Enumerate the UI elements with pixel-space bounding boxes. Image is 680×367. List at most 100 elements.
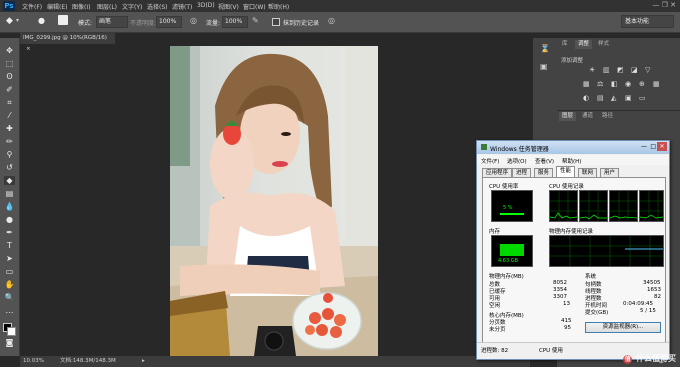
- properties-panel-icon[interactable]: ▣: [540, 62, 548, 71]
- brush-tool-icon[interactable]: ✏: [4, 137, 15, 146]
- close-icon[interactable]: ×: [26, 46, 31, 52]
- tab-paths[interactable]: 路径: [599, 112, 616, 121]
- shape-tool-icon[interactable]: ▭: [4, 267, 15, 276]
- resource-monitor-button[interactable]: 资源监视器(R)...: [585, 322, 661, 333]
- tab-adjustments[interactable]: 调整: [575, 40, 593, 49]
- eraser-tool-icon[interactable]: ◆: [4, 176, 15, 185]
- maximize-icon[interactable]: □: [650, 143, 656, 150]
- lasso-tool-icon[interactable]: ʘ: [4, 72, 15, 81]
- blur-tool-icon[interactable]: 💧: [4, 202, 15, 211]
- task-manager-window[interactable]: Windows 任务管理器 — □ ✕ 文件(F) 选项(O) 查看(V) 帮助…: [476, 140, 670, 360]
- cpu-usage-fill: [500, 213, 524, 215]
- history-brush-tool-icon[interactable]: ↺: [4, 163, 15, 172]
- photo-illustration: [170, 46, 378, 356]
- history-panel-icon[interactable]: ⌛: [540, 44, 550, 53]
- tab-libraries[interactable]: 库: [559, 40, 571, 49]
- brush-size-icon[interactable]: ●: [38, 16, 45, 25]
- menu-file[interactable]: 文件(F): [22, 2, 42, 11]
- hue-saturation-icon[interactable]: ▦: [583, 80, 590, 88]
- brightness-icon[interactable]: ☀: [589, 66, 595, 74]
- menu-view[interactable]: 视图(V): [218, 2, 239, 11]
- black-white-icon[interactable]: ◧: [611, 80, 618, 88]
- menu-window[interactable]: 窗口(W): [243, 2, 266, 11]
- menu-layer[interactable]: 图层(L): [97, 2, 117, 11]
- posterize-icon[interactable]: ▤: [597, 94, 604, 102]
- type-tool-icon[interactable]: T: [4, 241, 15, 250]
- tab-styles[interactable]: 样式: [595, 40, 612, 49]
- hand-tool-icon[interactable]: ✋: [4, 280, 15, 289]
- minimize-icon[interactable]: —: [641, 143, 647, 150]
- color-balance-icon[interactable]: ⚖: [597, 80, 603, 88]
- history-checkbox[interactable]: [272, 18, 280, 26]
- physical-memory-label: 物理内存(MB): [489, 274, 524, 280]
- mode-label: 模式:: [78, 20, 93, 27]
- tm-menu-view[interactable]: 查看(V): [535, 157, 554, 165]
- document-info: 文档:148.3M/148.3M: [60, 358, 116, 364]
- close-icon[interactable]: ✕: [657, 142, 667, 151]
- airbrush-icon[interactable]: ✎: [252, 16, 259, 25]
- more-tools-icon[interactable]: …: [4, 306, 15, 315]
- eyedropper-tool-icon[interactable]: ⁄: [4, 111, 15, 120]
- menu-3d[interactable]: 3D(D): [197, 2, 215, 9]
- levels-icon[interactable]: ▥: [603, 66, 610, 74]
- status-bar: 10.03% 文档:148.3M/148.3M ▸: [20, 356, 530, 367]
- clone-stamp-tool-icon[interactable]: ⚲: [4, 150, 15, 159]
- tm-menu-options[interactable]: 选项(O): [507, 157, 527, 165]
- quick-select-tool-icon[interactable]: ✐: [4, 85, 15, 94]
- channel-mixer-icon[interactable]: ⊕: [639, 80, 645, 88]
- path-select-tool-icon[interactable]: ➤: [4, 254, 15, 263]
- pressure-opacity-icon[interactable]: ◎: [190, 16, 197, 25]
- status-process-count: 进程数: 82: [481, 348, 509, 354]
- pen-tool-icon[interactable]: ✒: [4, 228, 15, 237]
- tm-menu-help[interactable]: 帮助(H): [562, 157, 581, 165]
- menu-edit[interactable]: 编辑(E): [47, 2, 67, 11]
- window-controls[interactable]: — ❐ ✕: [652, 1, 676, 9]
- healing-brush-tool-icon[interactable]: ✚: [4, 124, 15, 133]
- menu-image[interactable]: 图像(I): [72, 2, 90, 11]
- gradient-map-icon[interactable]: ▭: [639, 94, 646, 102]
- menu-bar: Ps 文件(F) 编辑(E) 图像(I) 图层(L) 文字(Y) 选择(S) 滤…: [0, 0, 680, 12]
- pm-cached-value: 3354: [553, 287, 567, 293]
- tm-menu-file[interactable]: 文件(F): [481, 157, 499, 165]
- eraser-tool-icon[interactable]: ◆: [6, 16, 13, 26]
- document-photo: [170, 46, 378, 356]
- tab-layers[interactable]: 图层: [559, 112, 577, 121]
- menu-filter[interactable]: 滤镜(T): [172, 2, 192, 11]
- crop-tool-icon[interactable]: ⌗: [4, 98, 15, 107]
- menu-select[interactable]: 选择(S): [147, 2, 168, 11]
- workspace-select[interactable]: 基本功能: [621, 15, 674, 28]
- gradient-tool-icon[interactable]: ▤: [4, 189, 15, 198]
- memory-history-label: 物理内存使用记录: [549, 229, 594, 235]
- invert-icon[interactable]: ◐: [583, 94, 589, 102]
- opacity-input[interactable]: 100%: [156, 16, 182, 28]
- flow-input[interactable]: 100%: [222, 16, 248, 28]
- photo-filter-icon[interactable]: ◉: [625, 80, 631, 88]
- exposure-icon[interactable]: ◪: [631, 66, 638, 74]
- marquee-tool-icon[interactable]: ⬚: [4, 59, 15, 68]
- chevron-down-icon[interactable]: ▾: [16, 17, 19, 24]
- selective-color-icon[interactable]: ▣: [625, 94, 632, 102]
- threshold-icon[interactable]: ◭: [611, 94, 616, 102]
- pm-free-label: 空闲: [489, 303, 501, 309]
- move-tool-icon[interactable]: ✥: [4, 46, 15, 55]
- document-tab[interactable]: IMG_0299.jpg @ 10%(RGB/16) ×: [20, 33, 116, 52]
- curves-icon[interactable]: ◩: [617, 66, 624, 74]
- pressure-size-icon[interactable]: ◎: [328, 16, 335, 25]
- tab-channels[interactable]: 通道: [579, 112, 596, 121]
- color-lookup-icon[interactable]: ▦: [653, 80, 660, 88]
- history-label: 抹到历史记录: [283, 20, 320, 27]
- zoom-tool-icon[interactable]: 🔍: [4, 293, 15, 302]
- dodge-tool-icon[interactable]: ●: [4, 215, 15, 224]
- cpu-history-label: CPU 使用记录: [549, 184, 584, 190]
- options-bar: ◆ ▾ ● 模式: 画笔 不透明度: 100% ◎ 流量: 100% ✎ 抹到历…: [0, 12, 680, 33]
- vibrance-icon[interactable]: ▽: [645, 66, 650, 74]
- chevron-right-icon[interactable]: ▸: [142, 356, 145, 367]
- brush-panel-icon[interactable]: [58, 15, 68, 25]
- task-manager-titlebar[interactable]: Windows 任务管理器 — □ ✕: [477, 141, 669, 154]
- background-color-swatch[interactable]: [7, 327, 16, 336]
- quick-mask-icon[interactable]: ◙: [4, 338, 15, 347]
- mode-select[interactable]: 画笔: [96, 16, 128, 28]
- menu-help[interactable]: 帮助(H): [268, 2, 289, 11]
- menu-type[interactable]: 文字(Y): [122, 2, 142, 11]
- zoom-level[interactable]: 10.03%: [23, 356, 44, 367]
